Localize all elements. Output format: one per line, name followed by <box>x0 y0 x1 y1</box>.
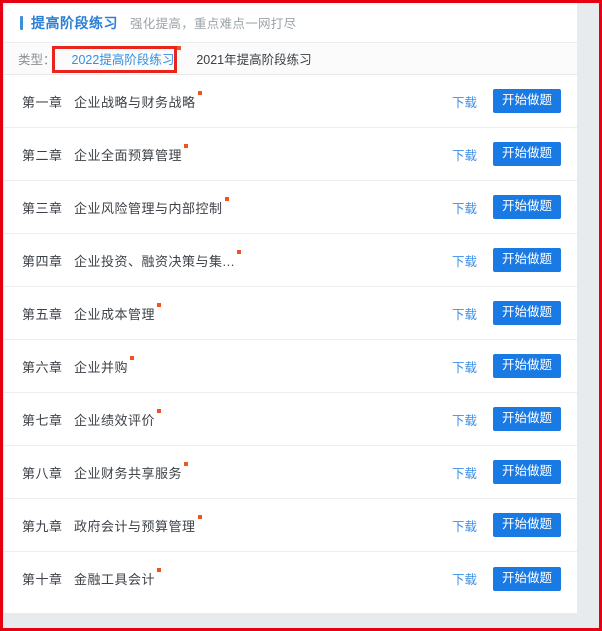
tab-2022-practice[interactable]: 2022提高阶段练习 <box>64 46 183 70</box>
chapter-title-wrap: 企业风险管理与内部控制 <box>74 196 452 217</box>
chapter-title: 企业并购 <box>74 359 129 375</box>
new-badge-dot-icon <box>157 568 162 572</box>
table-row[interactable]: 第八章 企业财务共享服务 下载 开始做题 <box>4 446 577 499</box>
chapter-title: 企业全面预算管理 <box>74 147 183 163</box>
chapter-number: 第七章 <box>22 412 63 428</box>
chapter-title: 企业成本管理 <box>74 306 156 322</box>
chapter-list: 第一章 企业战略与财务战略 下载 开始做题 第二章 企业全面预算管理 下载 开始… <box>4 75 577 605</box>
download-link[interactable]: 下载 <box>452 92 477 111</box>
chapter-title: 政府会计与预算管理 <box>74 518 196 534</box>
new-badge-dot-icon <box>130 355 135 360</box>
table-row[interactable]: 第九章 政府会计与预算管理 下载 开始做题 <box>4 499 577 552</box>
type-filter-bar: 类型： 2022提高阶段练习 2021年提高阶段练习 <box>4 42 577 75</box>
start-practice-button[interactable]: 开始做题 <box>492 354 561 378</box>
table-row[interactable]: 第十章 金融工具会计 下载 开始做题 <box>4 552 577 605</box>
table-row[interactable]: 第五章 企业成本管理 下载 开始做题 <box>4 287 577 340</box>
download-link[interactable]: 下载 <box>452 410 477 429</box>
download-link[interactable]: 下载 <box>452 251 477 270</box>
chapter-number: 第三章 <box>22 200 63 216</box>
chapter-title: 企业绩效评价 <box>74 412 156 428</box>
chapter-title-wrap: 企业成本管理 <box>74 302 452 323</box>
start-practice-button[interactable]: 开始做题 <box>492 248 561 272</box>
start-practice-button[interactable]: 开始做题 <box>492 460 561 484</box>
download-link[interactable]: 下载 <box>452 516 477 535</box>
chapter-title-wrap: 金融工具会计 <box>74 568 452 588</box>
tab-2022-practice-label: 2022提高阶段练习 <box>71 53 175 67</box>
card-header: 提高阶段练习 强化提高，重点难点一网打尽 <box>4 3 577 42</box>
table-row[interactable]: 第一章 企业战略与财务战略 下载 开始做题 <box>4 75 577 128</box>
table-row[interactable]: 第四章 企业投资、融资决策与集... 下载 开始做题 <box>4 234 577 287</box>
new-badge-dot-icon <box>197 514 202 519</box>
chapter-title-wrap: 企业财务共享服务 <box>74 461 452 482</box>
new-badge-dot-icon <box>157 302 162 307</box>
table-row[interactable]: 第二章 企业全面预算管理 下载 开始做题 <box>4 128 577 181</box>
chapter-number: 第一章 <box>22 94 63 110</box>
chapter-title-wrap: 企业绩效评价 <box>74 408 452 429</box>
download-link[interactable]: 下载 <box>452 463 477 482</box>
start-practice-button[interactable]: 开始做题 <box>492 89 561 113</box>
new-badge-dot-icon <box>197 90 202 95</box>
filter-label: 类型： <box>18 53 56 67</box>
start-practice-button[interactable]: 开始做题 <box>492 407 561 431</box>
practice-card: 提高阶段练习 强化提高，重点难点一网打尽 类型： 2022提高阶段练习 2021… <box>4 3 577 613</box>
table-row[interactable]: 第七章 企业绩效评价 下载 开始做题 <box>4 393 577 446</box>
new-badge-dot-icon <box>236 249 241 254</box>
chapter-number: 第六章 <box>22 359 63 375</box>
chapter-title-wrap: 企业投资、融资决策与集... <box>74 249 452 270</box>
chapter-title-wrap: 政府会计与预算管理 <box>74 514 452 535</box>
chapter-number: 第十章 <box>22 572 63 587</box>
page-root: 提高阶段练习 强化提高，重点难点一网打尽 类型： 2022提高阶段练习 2021… <box>0 0 602 631</box>
start-practice-button[interactable]: 开始做题 <box>492 195 561 219</box>
chapter-number: 第八章 <box>22 465 63 481</box>
chapter-title: 金融工具会计 <box>74 572 156 587</box>
chapter-title: 企业风险管理与内部控制 <box>74 200 223 216</box>
download-link[interactable]: 下载 <box>452 304 477 323</box>
new-badge-dot-icon <box>184 143 189 148</box>
table-row[interactable]: 第三章 企业风险管理与内部控制 下载 开始做题 <box>4 181 577 234</box>
download-link[interactable]: 下载 <box>452 145 477 164</box>
title-accent-bar <box>20 15 23 30</box>
page-title: 提高阶段练习 <box>31 14 118 31</box>
chapter-title-wrap: 企业并购 <box>74 355 452 376</box>
new-badge-dot-icon <box>224 196 229 201</box>
chapter-title: 企业财务共享服务 <box>74 465 183 481</box>
chapter-title: 企业投资、融资决策与集... <box>74 253 235 269</box>
table-row[interactable]: 第六章 企业并购 下载 开始做题 <box>4 340 577 393</box>
download-link[interactable]: 下载 <box>452 357 477 376</box>
chapter-number: 第九章 <box>22 518 63 534</box>
new-badge-dot-icon <box>157 408 162 413</box>
download-link[interactable]: 下载 <box>452 198 477 217</box>
start-practice-button[interactable]: 开始做题 <box>492 301 561 325</box>
page-subtitle: 强化提高，重点难点一网打尽 <box>130 17 297 31</box>
chapter-number: 第二章 <box>22 147 63 163</box>
new-badge-dot-icon <box>184 461 189 466</box>
tab-2021-practice-label: 2021年提高阶段练习 <box>196 53 312 67</box>
chapter-title-wrap: 企业战略与财务战略 <box>74 90 452 111</box>
chapter-title-wrap: 企业全面预算管理 <box>74 143 452 164</box>
start-practice-button[interactable]: 开始做题 <box>492 513 561 537</box>
new-badge-dot-icon <box>177 46 182 50</box>
download-link[interactable]: 下载 <box>452 569 477 588</box>
chapter-title: 企业战略与财务战略 <box>74 94 196 110</box>
start-practice-button[interactable]: 开始做题 <box>492 142 561 166</box>
tab-2021-practice[interactable]: 2021年提高阶段练习 <box>188 47 319 70</box>
chapter-number: 第四章 <box>22 253 63 269</box>
chapter-number: 第五章 <box>22 306 63 322</box>
start-practice-button[interactable]: 开始做题 <box>492 566 561 591</box>
